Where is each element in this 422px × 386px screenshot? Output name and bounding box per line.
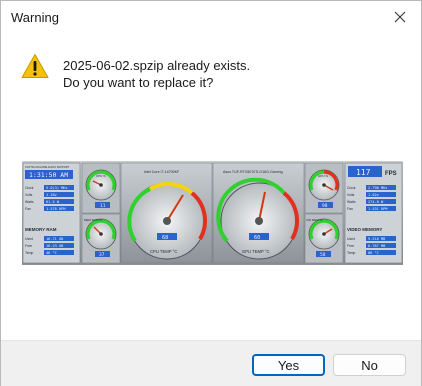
video-memory-header: VIDEO MEMORY <box>347 227 382 232</box>
svg-text:Used: Used <box>347 237 355 241</box>
vid-mem-gauge: VID MEM % 58 <box>304 213 344 264</box>
message-line-2: Do you want to replace it? <box>63 75 214 90</box>
svg-text:11: 11 <box>100 203 106 209</box>
svg-text:Asus TUF-RTX5070Ti-O16G-Gaming: Asus TUF-RTX5070Ti-O16G-Gaming <box>223 170 283 174</box>
title-bar: Warning <box>1 1 421 33</box>
svg-text:Volts: Volts <box>25 193 33 197</box>
svg-text:1.578 RPM: 1.578 RPM <box>46 207 66 211</box>
no-button[interactable]: No <box>333 354 406 376</box>
svg-text:MEM RAM %: MEM RAM % <box>84 218 102 222</box>
svg-text:16.71 GB: 16.71 GB <box>46 237 63 241</box>
dashboard-preview: SOFTPLAN HOME AUDIO SUPPORT 1:31:50 AM C… <box>22 161 403 265</box>
cpu-percent-gauge: CPU % 11 <box>81 162 121 214</box>
svg-text:Fan: Fan <box>25 207 31 211</box>
svg-text:Watts: Watts <box>25 200 34 204</box>
svg-text:2.790 MHz: 2.790 MHz <box>368 186 387 190</box>
svg-text:Volts: Volts <box>347 193 355 197</box>
file-preview-image: SOFTPLAN HOME AUDIO SUPPORT 1:31:50 AM C… <box>22 161 403 265</box>
memory-ram-header: MEMORY RAM <box>25 227 57 232</box>
cpu-temp-gauge: Intel Core i7-14700KF 68 CPU TEMP °C <box>120 162 213 264</box>
svg-text:46 °C: 46 °C <box>46 251 57 255</box>
svg-text:GPU TEMP °C: GPU TEMP °C <box>242 249 270 254</box>
close-icon <box>394 11 406 23</box>
fps-value: 117 <box>356 168 371 177</box>
svg-text:Free: Free <box>347 244 354 248</box>
svg-text:VID MEM %: VID MEM % <box>306 218 323 222</box>
warning-dialog: Warning 2025-06-02.spzip already exists.… <box>0 0 422 386</box>
svg-text:68: 68 <box>162 235 168 241</box>
svg-text:Temp: Temp <box>347 251 355 255</box>
mem-ram-gauge: MEM RAM % 37 <box>81 213 121 264</box>
svg-text:Temp: Temp <box>25 251 33 255</box>
left-panel-header: SOFTPLAN HOME AUDIO SUPPORT <box>25 165 70 169</box>
svg-text:61.5 W: 61.5 W <box>46 200 60 204</box>
gpu-percent-gauge: GPU % 98 <box>304 162 344 214</box>
svg-text:Used: Used <box>25 237 33 241</box>
svg-text:Clock: Clock <box>25 186 34 190</box>
close-button[interactable] <box>385 3 415 31</box>
svg-text:Intel Core i7-14700KF: Intel Core i7-14700KF <box>144 170 180 174</box>
svg-text:CPU TEMP °C: CPU TEMP °C <box>150 249 177 254</box>
svg-text:16.23 GB: 16.23 GB <box>46 244 63 248</box>
fps-label: FPS <box>385 171 397 177</box>
svg-text:1.531 RPM: 1.531 RPM <box>368 207 388 211</box>
svg-text:6.787 MB: 6.787 MB <box>368 244 385 248</box>
svg-text:58: 58 <box>320 252 326 258</box>
window-title: Warning <box>11 10 59 25</box>
svg-text:Fan: Fan <box>347 207 353 211</box>
svg-text:CPU %: CPU % <box>96 174 106 178</box>
message-line-1: 2025-06-02.spzip already exists. <box>63 58 251 73</box>
svg-text:37: 37 <box>99 252 105 258</box>
svg-text:GPU %: GPU % <box>318 174 328 178</box>
gpu-temp-gauge: Asus TUF-RTX5070Ti-O16G-Gaming 60 GPU TE… <box>212 162 305 264</box>
svg-text:274.0 W: 274.0 W <box>368 200 384 204</box>
yes-button[interactable]: Yes <box>252 354 325 376</box>
svg-text:60: 60 <box>254 235 260 241</box>
svg-text:9.510 MB: 9.510 MB <box>368 237 385 241</box>
svg-text:5.0(3) MHz: 5.0(3) MHz <box>46 186 68 190</box>
svg-text:Free: Free <box>25 244 32 248</box>
svg-text:1.02v: 1.02v <box>368 193 379 197</box>
message-text: 2025-06-02.spzip already exists. Do you … <box>63 57 250 91</box>
svg-text:Watts: Watts <box>347 200 356 204</box>
clock-display: 1:31:50 AM <box>29 171 68 179</box>
svg-text:1.18v: 1.18v <box>46 193 57 197</box>
warning-triangle-icon <box>21 54 49 78</box>
svg-text:Clock: Clock <box>347 186 356 190</box>
svg-text:98: 98 <box>322 203 328 209</box>
svg-text:86 °C: 86 °C <box>368 251 379 255</box>
